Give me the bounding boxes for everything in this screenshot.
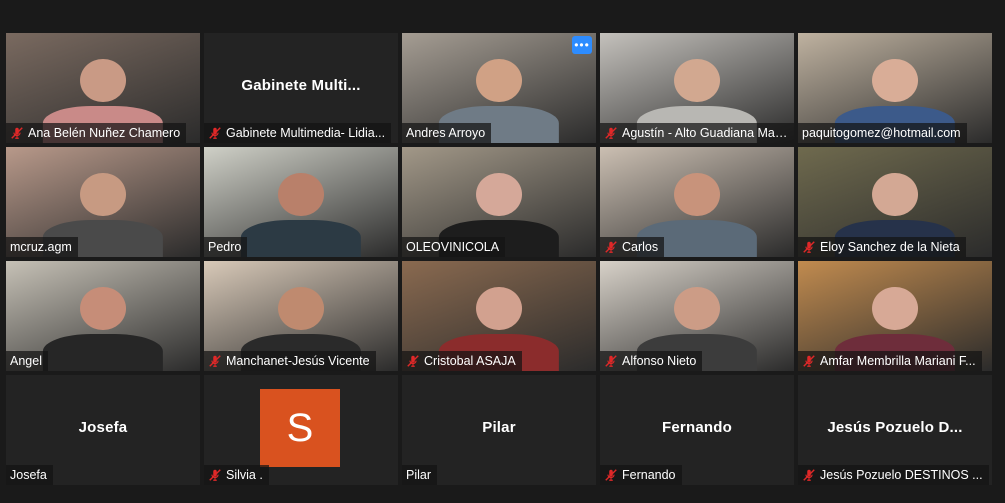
participant-name: Josefa — [10, 468, 47, 482]
participant-tile[interactable]: Amfar Membrilla Mariani F... — [798, 261, 992, 371]
participant-nameplate: Josefa — [6, 465, 53, 485]
participant-nameplate: Andres Arroyo — [402, 123, 492, 143]
participant-tile[interactable]: Manchanet-Jesús Vicente — [204, 261, 398, 371]
participant-name: Andres Arroyo — [406, 126, 486, 140]
participant-name: OLEOVINICOLA — [406, 240, 500, 254]
participant-tile[interactable]: ••• Andres Arroyo — [402, 33, 596, 143]
participant-tile[interactable]: S Silvia . — [204, 375, 398, 485]
muted-mic-icon — [802, 240, 816, 254]
participant-big-name: Gabinete Multi... — [241, 77, 361, 94]
participant-tile[interactable]: OLEOVINICOLA — [402, 147, 596, 257]
participant-big-name: Pilar — [482, 419, 516, 436]
participant-nameplate: Ana Belén Nuñez Chamero — [6, 123, 187, 143]
participant-tile[interactable]: Angel — [6, 261, 200, 371]
participant-silhouette — [42, 286, 164, 371]
participant-tile[interactable]: mcruz.agm — [6, 147, 200, 257]
muted-mic-icon — [604, 240, 618, 254]
participant-name: Pilar — [406, 468, 432, 482]
participant-nameplate: Agustín - Alto Guadiana Manc... — [600, 123, 794, 143]
participant-tile[interactable]: Eloy Sanchez de la Nieta — [798, 147, 992, 257]
muted-mic-icon — [10, 126, 24, 140]
participant-nameplate: paquitogomez@hotmail.com — [798, 123, 967, 143]
participant-name: Cristobal ASAJA — [424, 354, 516, 368]
participant-big-name: Josefa — [78, 419, 128, 436]
participant-name: mcruz.agm — [10, 240, 72, 254]
participant-name: Jesús Pozuelo DESTINOS ... — [820, 468, 983, 482]
participant-nameplate: Pedro — [204, 237, 248, 257]
muted-mic-icon — [406, 354, 420, 368]
muted-mic-icon — [208, 354, 222, 368]
participant-tile[interactable]: Josefa Josefa — [6, 375, 200, 485]
participant-tile[interactable]: Pilar Pilar — [402, 375, 596, 485]
participant-name: Fernando — [622, 468, 676, 482]
muted-mic-icon — [208, 468, 222, 482]
participant-name: Eloy Sanchez de la Nieta — [820, 240, 960, 254]
participant-nameplate: Amfar Membrilla Mariani F... — [798, 351, 982, 371]
participant-name: Amfar Membrilla Mariani F... — [820, 354, 976, 368]
muted-mic-icon — [802, 468, 816, 482]
participant-name: Gabinete Multimedia- Lidia... — [226, 126, 386, 140]
gallery-grid: Ana Belén Nuñez Chamero Gabinete Multi...… — [6, 33, 992, 485]
participant-name: paquitogomez@hotmail.com — [802, 126, 961, 140]
participant-tile[interactable]: Pedro — [204, 147, 398, 257]
participant-name: Carlos — [622, 240, 659, 254]
participant-nameplate: Silvia . — [204, 465, 269, 485]
participant-name: Silvia . — [226, 468, 263, 482]
muted-mic-icon — [604, 468, 618, 482]
participant-tile[interactable]: Cristobal ASAJA — [402, 261, 596, 371]
participant-tile[interactable]: Fernando Fernando — [600, 375, 794, 485]
participant-nameplate: Fernando — [600, 465, 682, 485]
avatar: S — [260, 389, 340, 467]
participant-tile[interactable]: Jesús Pozuelo D... Jesús Pozuelo DESTINOS… — [798, 375, 992, 485]
participant-nameplate: Jesús Pozuelo DESTINOS ... — [798, 465, 989, 485]
participant-name: Manchanet-Jesús Vicente — [226, 354, 370, 368]
participant-name: Agustín - Alto Guadiana Manc... — [622, 126, 788, 140]
participant-tile[interactable]: Gabinete Multi... Gabinete Multimedia- Li… — [204, 33, 398, 143]
participant-name: Ana Belén Nuñez Chamero — [28, 126, 181, 140]
muted-mic-icon — [604, 354, 618, 368]
muted-mic-icon — [208, 126, 222, 140]
participant-nameplate: Cristobal ASAJA — [402, 351, 522, 371]
participant-name: Alfonso Nieto — [622, 354, 697, 368]
participant-nameplate: OLEOVINICOLA — [402, 237, 506, 257]
participant-name: Angel — [10, 354, 42, 368]
participant-tile[interactable]: Carlos — [600, 147, 794, 257]
participant-tile[interactable]: Ana Belén Nuñez Chamero — [6, 33, 200, 143]
muted-mic-icon — [604, 126, 618, 140]
participant-nameplate: Eloy Sanchez de la Nieta — [798, 237, 966, 257]
participant-nameplate: Angel — [6, 351, 48, 371]
participant-silhouette — [240, 172, 362, 257]
participant-tile[interactable]: Alfonso Nieto — [600, 261, 794, 371]
more-options-icon[interactable]: ••• — [572, 36, 592, 54]
participant-nameplate: mcruz.agm — [6, 237, 78, 257]
participant-nameplate: Gabinete Multimedia- Lidia... — [204, 123, 392, 143]
participant-big-name: Jesús Pozuelo D... — [827, 419, 963, 436]
participant-name: Pedro — [208, 240, 242, 254]
participant-tile[interactable]: paquitogomez@hotmail.com — [798, 33, 992, 143]
participant-nameplate: Pilar — [402, 465, 438, 485]
participant-big-name: Fernando — [662, 419, 732, 436]
participant-tile[interactable]: Agustín - Alto Guadiana Manc... — [600, 33, 794, 143]
participant-nameplate: Alfonso Nieto — [600, 351, 703, 371]
participant-nameplate: Manchanet-Jesús Vicente — [204, 351, 376, 371]
muted-mic-icon — [802, 354, 816, 368]
participant-nameplate: Carlos — [600, 237, 665, 257]
